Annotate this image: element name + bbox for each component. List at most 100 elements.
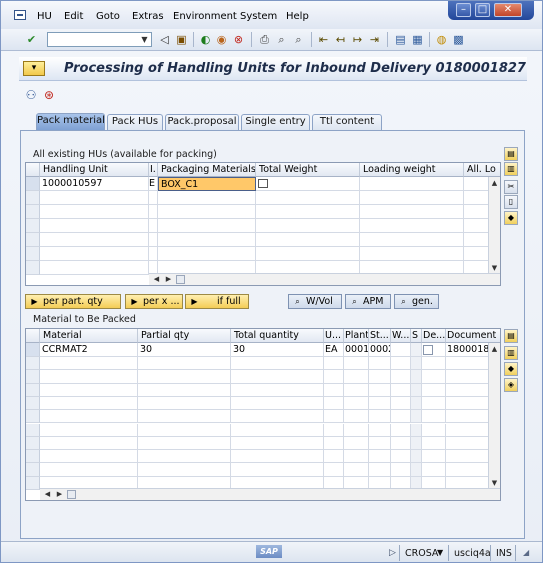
empty-cell[interactable] <box>369 396 391 411</box>
empty-cell[interactable] <box>231 423 324 437</box>
command-field[interactable]: ▼ <box>47 32 152 47</box>
col-storage[interactable]: St... <box>369 329 391 343</box>
empty-cell[interactable] <box>324 410 344 424</box>
empty-cell[interactable] <box>158 205 256 219</box>
col-i[interactable]: I. <box>149 163 158 177</box>
empty-cell[interactable] <box>391 450 411 464</box>
row-selector[interactable] <box>26 205 40 219</box>
empty-cell[interactable] <box>411 383 422 397</box>
row-selector[interactable] <box>26 261 40 275</box>
scroll-up-icon[interactable]: ▲ <box>489 178 500 189</box>
hu-horizontal-scrollbar[interactable]: ◀ ▶ <box>149 273 500 285</box>
save-icon[interactable]: ▣ <box>175 33 188 46</box>
empty-cell[interactable] <box>138 450 231 464</box>
empty-cell[interactable] <box>411 396 422 411</box>
maximize-icon[interactable]: □ <box>475 3 490 17</box>
col-w[interactable]: W... <box>391 329 411 343</box>
empty-cell[interactable] <box>324 370 344 384</box>
scroll-thumb[interactable] <box>67 490 76 499</box>
hu-vertical-scrollbar[interactable]: ▲ ▼ <box>488 177 500 275</box>
mat-cell-w[interactable] <box>391 343 411 357</box>
tab-ttl-content[interactable]: Ttl content <box>312 114 382 130</box>
empty-cell[interactable] <box>40 436 138 451</box>
empty-cell[interactable] <box>256 205 360 219</box>
row-selector[interactable] <box>26 476 40 490</box>
row-selector[interactable] <box>26 396 40 411</box>
empty-cell[interactable] <box>411 370 422 384</box>
value-help-icon[interactable] <box>258 179 268 188</box>
person-icon[interactable]: ⚇ <box>24 88 38 102</box>
empty-cell[interactable] <box>446 463 490 477</box>
empty-cell[interactable] <box>344 463 369 477</box>
empty-cell[interactable] <box>369 423 391 437</box>
layout-icon[interactable]: ▩ <box>452 33 465 46</box>
tab-pack-hus[interactable]: Pack HUs <box>107 114 163 130</box>
empty-cell[interactable] <box>40 396 138 411</box>
mat-side-button-1[interactable]: ▤ <box>504 329 518 343</box>
empty-cell[interactable] <box>344 423 369 437</box>
find-icon[interactable]: ⌕ <box>275 33 288 46</box>
col-unit[interactable]: U... <box>324 329 344 343</box>
empty-cell[interactable] <box>138 423 231 437</box>
empty-cell[interactable] <box>149 219 158 233</box>
empty-cell[interactable] <box>344 357 369 371</box>
pack-per-part-qty-button[interactable]: ▶ per part. qty <box>25 294 121 309</box>
empty-cell[interactable] <box>40 191 149 205</box>
status-expand-icon[interactable]: ▷ <box>389 548 396 558</box>
empty-cell[interactable] <box>446 383 490 397</box>
next-page-icon[interactable]: ↦ <box>351 33 364 46</box>
empty-cell[interactable] <box>149 191 158 205</box>
empty-cell[interactable] <box>40 463 138 477</box>
previous-icon[interactable]: ◁ <box>158 33 171 46</box>
previous-page-icon[interactable]: ↤ <box>334 33 347 46</box>
material-vertical-scrollbar[interactable]: ▲ ▼ <box>488 343 500 490</box>
hu-cell-handling-unit[interactable]: 1000010597 <box>40 177 149 191</box>
scroll-left-icon[interactable]: ◀ <box>151 274 162 285</box>
empty-cell[interactable] <box>422 383 446 397</box>
hu-cell-i[interactable]: E <box>149 177 158 191</box>
empty-cell[interactable] <box>324 463 344 477</box>
empty-cell[interactable] <box>369 410 391 424</box>
empty-cell[interactable] <box>446 396 490 411</box>
empty-cell[interactable] <box>149 233 158 247</box>
empty-cell[interactable] <box>138 357 231 371</box>
empty-cell[interactable] <box>344 450 369 464</box>
empty-cell[interactable] <box>324 383 344 397</box>
empty-cell[interactable] <box>422 357 446 371</box>
empty-cell[interactable] <box>40 247 149 261</box>
empty-cell[interactable] <box>256 247 360 261</box>
chevron-down-icon[interactable]: ▼ <box>437 548 443 557</box>
col-total-quantity[interactable]: Total quantity <box>231 329 324 343</box>
empty-cell[interactable] <box>360 219 464 233</box>
empty-cell[interactable] <box>446 370 490 384</box>
row-selector[interactable] <box>26 357 40 371</box>
back-icon[interactable]: ◐ <box>199 33 212 46</box>
empty-cell[interactable] <box>40 233 149 247</box>
empty-cell[interactable] <box>464 233 490 247</box>
col-de[interactable]: De... <box>422 329 446 343</box>
delete-icon[interactable]: ▯ <box>504 195 518 209</box>
empty-cell[interactable] <box>391 396 411 411</box>
empty-cell[interactable] <box>446 357 490 371</box>
mat-cell-unit[interactable]: EA <box>324 343 344 357</box>
empty-cell[interactable] <box>231 396 324 411</box>
empty-cell[interactable] <box>344 410 369 424</box>
empty-cell[interactable] <box>391 436 411 451</box>
last-page-icon[interactable]: ⇥ <box>368 33 381 46</box>
empty-cell[interactable] <box>411 463 422 477</box>
help-icon[interactable]: ◍ <box>435 33 448 46</box>
menu-help[interactable]: Help <box>286 11 309 22</box>
empty-cell[interactable] <box>324 357 344 371</box>
col-material[interactable]: Material <box>40 329 138 343</box>
empty-cell[interactable] <box>158 233 256 247</box>
empty-cell[interactable] <box>324 396 344 411</box>
tab-pack-material[interactable]: Pack material <box>36 113 105 130</box>
first-page-icon[interactable]: ⇤ <box>317 33 330 46</box>
mat-cell-s[interactable] <box>411 343 422 357</box>
scroll-left-icon[interactable]: ◀ <box>42 489 53 500</box>
empty-cell[interactable] <box>344 370 369 384</box>
shortcut-icon[interactable]: ▦ <box>411 33 424 46</box>
row-selector[interactable] <box>26 370 40 384</box>
scroll-thumb[interactable] <box>176 275 185 284</box>
empty-cell[interactable] <box>446 450 490 464</box>
